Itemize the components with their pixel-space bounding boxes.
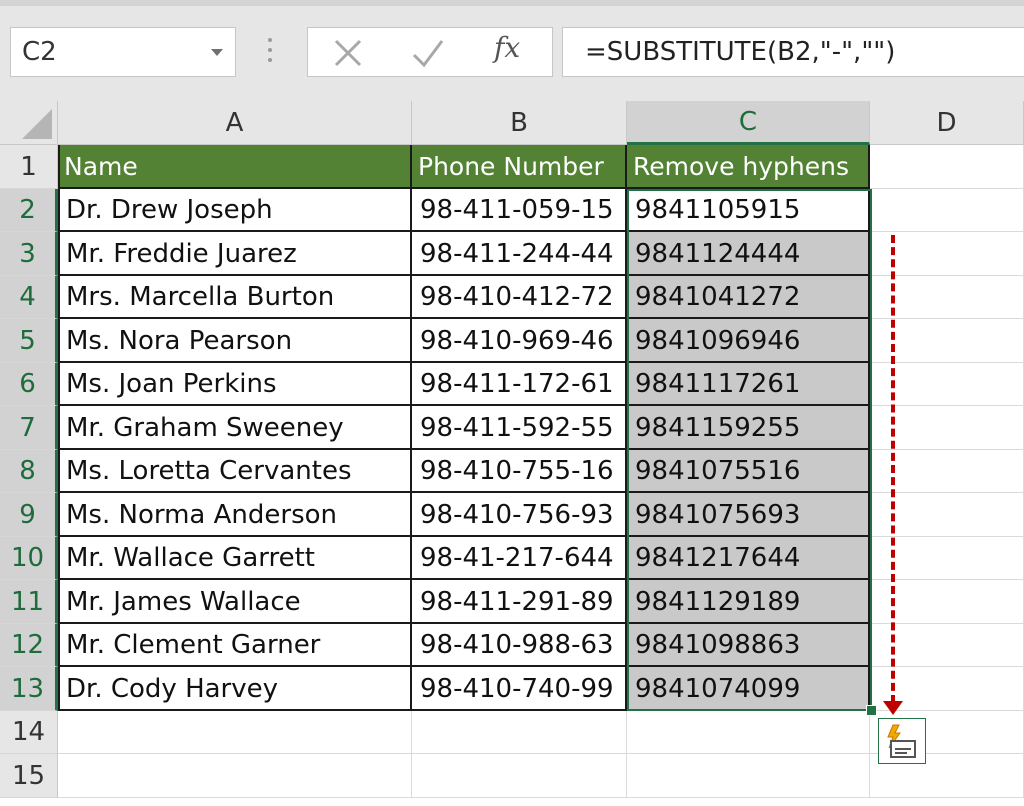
- cell-c12[interactable]: 9841098863: [627, 624, 870, 667]
- formula-buttons: fx: [307, 27, 553, 77]
- cell-a6[interactable]: Ms. Joan Perkins: [58, 363, 412, 406]
- row-header-12[interactable]: 12: [0, 624, 58, 667]
- cell-a11[interactable]: Mr. James Wallace: [58, 580, 412, 624]
- row-header-2[interactable]: 2: [0, 189, 58, 232]
- checkmark-icon[interactable]: [408, 33, 448, 73]
- formula-text[interactable]: =SUBSTITUTE(B2,"-",""): [585, 37, 895, 67]
- row-header-15[interactable]: 15: [0, 754, 58, 798]
- cell-d1[interactable]: [870, 145, 1024, 189]
- row-header-11[interactable]: 11: [0, 580, 58, 624]
- cell-a12[interactable]: Mr. Clement Garner: [58, 624, 412, 667]
- cell-a3[interactable]: Mr. Freddie Juarez: [58, 232, 412, 276]
- cell-c13[interactable]: 9841074099: [627, 667, 870, 711]
- name-box[interactable]: C2: [10, 27, 236, 77]
- row-header-10[interactable]: 10: [0, 537, 58, 580]
- column-header-d[interactable]: D: [870, 101, 1024, 145]
- cell-b14[interactable]: [412, 711, 627, 754]
- cell-c2[interactable]: 9841105915: [627, 189, 870, 232]
- close-icon[interactable]: [328, 33, 368, 73]
- select-all-corner[interactable]: [0, 101, 58, 145]
- cell-c10[interactable]: 9841217644: [627, 537, 870, 580]
- cell-c14[interactable]: [627, 711, 870, 754]
- cell-c9[interactable]: 9841075693: [627, 493, 870, 537]
- ribbon-edge: [0, 0, 1024, 6]
- cell-b11[interactable]: 98-411-291-89: [412, 580, 627, 624]
- drag-indicator-line: [891, 235, 895, 703]
- cell-a14[interactable]: [58, 711, 412, 754]
- row-header-1[interactable]: 1: [0, 145, 58, 189]
- row-header-3[interactable]: 3: [0, 232, 58, 276]
- name-box-value[interactable]: C2: [22, 37, 57, 67]
- column-header-a[interactable]: A: [58, 101, 412, 145]
- quick-analysis-icon[interactable]: [879, 719, 925, 763]
- table-left-border: [58, 145, 60, 709]
- cell-b9[interactable]: 98-410-756-93: [412, 493, 627, 537]
- cell-a8[interactable]: Ms. Loretta Cervantes: [58, 450, 412, 493]
- cell-a9[interactable]: Ms. Norma Anderson: [58, 493, 412, 537]
- column-header-b[interactable]: B: [412, 101, 627, 145]
- cell-a1[interactable]: Name: [58, 145, 412, 189]
- row-header-4[interactable]: 4: [0, 276, 58, 319]
- cell-b5[interactable]: 98-410-969-46: [412, 319, 627, 363]
- cell-c5[interactable]: 9841096946: [627, 319, 870, 363]
- row-header-7[interactable]: 7: [0, 406, 58, 450]
- select-all-icon[interactable]: [22, 109, 52, 139]
- worksheet-grid: A B C D 1 Name Phone Number Remove hyphens 2 Dr. …: [0, 101, 1024, 806]
- row-header-6[interactable]: 6: [0, 363, 58, 406]
- cell-a4[interactable]: Mrs. Marcella Burton: [58, 276, 412, 319]
- cell-c4[interactable]: 9841041272: [627, 276, 870, 319]
- cell-d2[interactable]: [870, 189, 1024, 232]
- cell-a2[interactable]: Dr. Drew Joseph: [58, 189, 412, 232]
- cell-b13[interactable]: 98-410-740-99: [412, 667, 627, 711]
- column-header-c[interactable]: C: [627, 101, 870, 145]
- drag-grip-icon[interactable]: [268, 38, 273, 66]
- cell-c3[interactable]: 9841124444: [627, 232, 870, 276]
- cell-c8[interactable]: 9841075516: [627, 450, 870, 493]
- cell-b10[interactable]: 98-41-217-644: [412, 537, 627, 580]
- row-header-5[interactable]: 5: [0, 319, 58, 363]
- fill-handle[interactable]: [866, 705, 877, 716]
- insert-function-button[interactable]: fx: [494, 31, 520, 64]
- cell-b8[interactable]: 98-410-755-16: [412, 450, 627, 493]
- quick-analysis-button[interactable]: [878, 718, 926, 764]
- cell-c6[interactable]: 9841117261: [627, 363, 870, 406]
- cell-b7[interactable]: 98-411-592-55: [412, 406, 627, 450]
- formula-bar-area: C2 fx =SUBSTITUTE(B2,"-",""): [0, 0, 1024, 101]
- cell-a5[interactable]: Ms. Nora Pearson: [58, 319, 412, 363]
- cell-b15[interactable]: [412, 754, 627, 798]
- cell-b6[interactable]: 98-411-172-61: [412, 363, 627, 406]
- cell-a7[interactable]: Mr. Graham Sweeney: [58, 406, 412, 450]
- cell-b1[interactable]: Phone Number: [412, 145, 627, 189]
- cell-c15[interactable]: [627, 754, 870, 798]
- formula-input[interactable]: =SUBSTITUTE(B2,"-",""): [562, 27, 1024, 77]
- cell-a15[interactable]: [58, 754, 412, 798]
- cell-b4[interactable]: 98-410-412-72: [412, 276, 627, 319]
- chevron-down-icon[interactable]: [211, 49, 223, 56]
- row-header-13[interactable]: 13: [0, 667, 58, 711]
- row-header-9[interactable]: 9: [0, 493, 58, 537]
- cell-c11[interactable]: 9841129189: [627, 580, 870, 624]
- cell-c7[interactable]: 9841159255: [627, 406, 870, 450]
- cell-a13[interactable]: Dr. Cody Harvey: [58, 667, 412, 711]
- arrow-down-icon: [883, 701, 903, 715]
- cell-c1[interactable]: Remove hyphens: [627, 145, 870, 189]
- cell-b3[interactable]: 98-411-244-44: [412, 232, 627, 276]
- row-header-14[interactable]: 14: [0, 711, 58, 754]
- cell-b2[interactable]: 98-411-059-15: [412, 189, 627, 232]
- cell-b12[interactable]: 98-410-988-63: [412, 624, 627, 667]
- cell-a10[interactable]: Mr. Wallace Garrett: [58, 537, 412, 580]
- row-header-8[interactable]: 8: [0, 450, 58, 493]
